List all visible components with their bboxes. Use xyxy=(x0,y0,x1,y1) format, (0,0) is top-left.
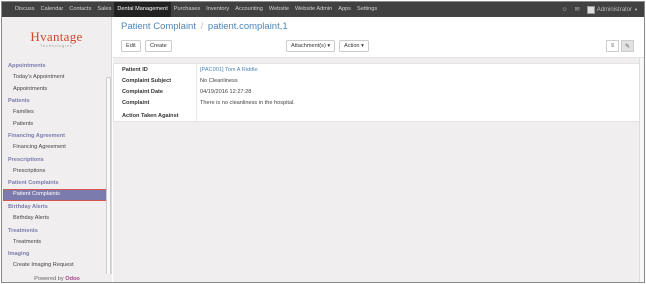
field-label: Complaint Date xyxy=(122,89,164,95)
form-view: Patient ID [PAC001] Tom A Riddle Complaint… xyxy=(113,58,644,282)
breadcrumb: Patient Complaint / patient.complaint,1 xyxy=(121,21,288,32)
sidebar-item-create-imaging-request[interactable]: Create Imaging Request xyxy=(2,260,111,272)
sidebar-item-appointments[interactable]: Appointments xyxy=(2,84,111,96)
field-label: Complaint Subject xyxy=(122,78,172,84)
sidebar-section-patient-complaints: Patient Complaints xyxy=(8,180,59,186)
top-navigation-bar: Discuss Calendar Contacts Sales Dental Manag… xyxy=(2,2,644,17)
field-value: 04/19/2016 12:27:28 xyxy=(200,89,252,95)
powered-by-label: Powered by xyxy=(34,276,64,282)
menu-item-dental-management[interactable]: Dental Management xyxy=(114,2,171,17)
user-name: Administrator xyxy=(596,6,633,13)
sidebar-item-treatments[interactable]: Treatments xyxy=(2,237,111,249)
sidebar-item-patients[interactable]: Patients xyxy=(2,119,111,131)
field-label: Action Taken Against xyxy=(122,113,179,119)
user-menu[interactable]: Administrator ▼ xyxy=(586,5,638,14)
sidebar-item-families[interactable]: Families xyxy=(2,107,111,119)
powered-by: Powered by Odoo xyxy=(2,274,112,282)
logo-brand: Hvantage xyxy=(30,28,83,44)
sidebar-section-birthday-alerts: Birthday Alerts xyxy=(8,204,48,210)
systray: ☺ ✉ Administrator ▼ xyxy=(562,2,638,17)
app-menu: Discuss Calendar Contacts Sales Dental Manag… xyxy=(12,2,380,17)
menu-item-website[interactable]: Website xyxy=(266,2,292,17)
menu-item-apps[interactable]: Apps xyxy=(335,2,354,17)
menu-item-purchases[interactable]: Purchases xyxy=(171,2,203,17)
form-row: Patient ID [PAC001] Tom A Riddle xyxy=(122,65,258,76)
list-view-icon[interactable]: ≡ xyxy=(606,40,619,52)
field-label: Patient ID xyxy=(122,67,148,73)
breadcrumb-current: patient.complaint,1 xyxy=(207,21,288,32)
sidebar-section-patients: Patients xyxy=(8,98,30,104)
field-label: Complaint xyxy=(122,100,150,106)
edit-button[interactable]: Edit xyxy=(121,40,141,52)
menu-item-website-admin[interactable]: Website Admin xyxy=(292,2,335,17)
sidebar-section-appointments: Appointments xyxy=(8,63,46,69)
sidebar-menu: Appointments Today's Appointment Appointme… xyxy=(2,57,111,272)
menu-item-inventory[interactable]: Inventory xyxy=(203,2,232,17)
menu-item-contacts[interactable]: Contacts xyxy=(66,2,94,17)
menu-item-discuss[interactable]: Discuss xyxy=(12,2,38,17)
avatar xyxy=(586,5,595,14)
sidebar-section-prescriptions: Prescriptions xyxy=(8,156,44,163)
menu-item-calendar[interactable]: Calendar xyxy=(38,2,67,17)
main-scrollbar[interactable] xyxy=(639,58,644,282)
chat-icon[interactable]: ☺ xyxy=(562,7,568,13)
field-value: No Cleanliness xyxy=(200,78,238,84)
sidebar-section-financing-agreement: Financing Agreement xyxy=(8,133,65,139)
form-row: Complaint Date 04/19/2016 12:27:28 xyxy=(122,87,251,98)
sidebar: Hvantage Technologies Appointments Today'… xyxy=(2,17,112,282)
sidebar-item-patient-complaints[interactable]: Patient Complaints xyxy=(3,189,107,201)
field-value: There is no cleanliness in the hospital. xyxy=(200,100,295,106)
messages-icon[interactable]: ✉ xyxy=(575,6,580,13)
form-row: Complaint Subject No Cleanliness xyxy=(122,76,238,87)
attachments-dropdown[interactable]: Attachment(s) ▾ xyxy=(286,40,336,52)
menu-item-settings[interactable]: Settings xyxy=(354,2,380,17)
breadcrumb-parent[interactable]: Patient Complaint xyxy=(121,21,196,32)
form-sheet: Patient ID [PAC001] Tom A Riddle Complaint… xyxy=(113,63,640,122)
logo-subtitle: Technologies xyxy=(40,43,73,48)
menu-item-sales[interactable]: Sales xyxy=(94,2,114,17)
sidebar-item-prescriptions[interactable]: Prescriptions xyxy=(2,166,111,178)
menu-item-accounting[interactable]: Accounting xyxy=(232,2,266,17)
company-logo[interactable]: Hvantage Technologies xyxy=(2,17,111,57)
sidebar-section-imaging: Imaging xyxy=(8,251,30,257)
create-button[interactable]: Create xyxy=(145,40,172,52)
sidebar-section-treatments: Treatments xyxy=(8,227,38,234)
control-panel: Patient Complaint / patient.complaint,1 … xyxy=(113,17,644,58)
sidebar-item-financing-agreement[interactable]: Financing Agreement xyxy=(2,142,111,154)
patient-link[interactable]: [PAC001] Tom A Riddle xyxy=(200,65,258,76)
form-view-icon[interactable]: ✎ xyxy=(621,40,634,52)
breadcrumb-separator: / xyxy=(200,21,204,32)
form-row: Action Taken Against xyxy=(122,111,200,122)
form-row: Complaint There is no cleanliness in the … xyxy=(122,98,295,109)
caret-down-icon: ▼ xyxy=(634,7,638,12)
odoo-link[interactable]: Odoo xyxy=(65,276,80,282)
action-dropdown[interactable]: Action ▾ xyxy=(339,40,369,52)
app-window: Discuss Calendar Contacts Sales Dental Manag… xyxy=(1,1,645,283)
sidebar-item-birthday-alerts[interactable]: Birthday Alerts xyxy=(2,213,111,225)
sidebar-item-today-s-appointment[interactable]: Today's Appointment xyxy=(2,72,111,84)
sidebar-scrollbar[interactable] xyxy=(106,77,111,282)
